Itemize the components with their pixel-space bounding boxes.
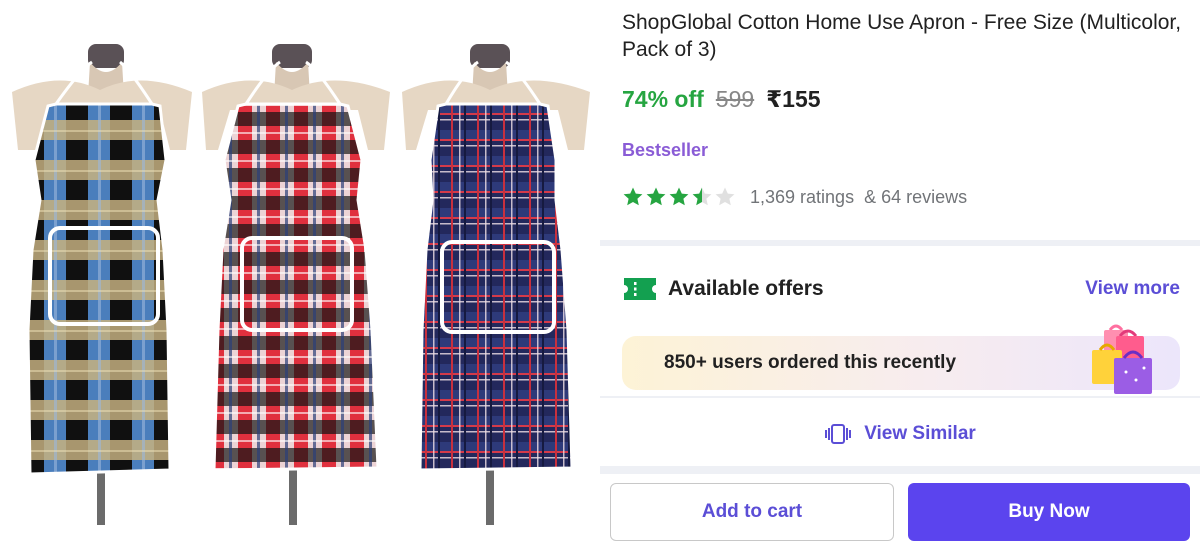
selling-price: ₹155 bbox=[766, 86, 821, 112]
product-title: ShopGlobal Cotton Home Use Apron - Free … bbox=[622, 11, 1182, 61]
view-more-offers-link[interactable]: View more bbox=[1085, 278, 1180, 300]
bestseller-badge: Bestseller bbox=[622, 140, 709, 160]
apron-product-image bbox=[12, 44, 590, 525]
apron-navy-tartan bbox=[402, 44, 590, 525]
apron-blue-check bbox=[12, 44, 192, 525]
product-image[interactable] bbox=[0, 0, 600, 553]
star-icon bbox=[646, 187, 666, 206]
original-price: 599 bbox=[715, 86, 755, 112]
section-divider bbox=[600, 240, 1200, 246]
star-icon bbox=[623, 187, 643, 206]
view-similar-label: View Similar bbox=[864, 423, 976, 444]
shopping-bags-icon bbox=[1092, 324, 1152, 394]
ratings-count: 1,369 ratings bbox=[750, 186, 855, 207]
section-divider-thin bbox=[600, 396, 1200, 398]
recent-orders-banner: 850+ users ordered this recently bbox=[622, 324, 1180, 394]
available-offers-title: Available offers bbox=[668, 277, 824, 300]
apron-red-check bbox=[202, 44, 390, 525]
rating-row[interactable]: 1,369 ratings & 64 reviews bbox=[622, 186, 967, 208]
view-similar-button[interactable]: View Similar bbox=[600, 412, 1200, 456]
add-to-cart-button[interactable]: Add to cart bbox=[610, 483, 894, 541]
view-similar-icon bbox=[825, 424, 852, 444]
product-details-panel: ShopGlobal Cotton Home Use Apron - Free … bbox=[600, 0, 1200, 553]
section-divider bbox=[600, 466, 1200, 474]
discount-percent: 74% off bbox=[622, 86, 704, 112]
buy-now-button[interactable]: Buy Now bbox=[908, 483, 1190, 541]
price-row: 74% off 599 ₹155 bbox=[622, 86, 821, 113]
star-icon bbox=[669, 187, 689, 206]
star-icon bbox=[692, 187, 712, 206]
star-icon bbox=[715, 187, 735, 206]
star-rating bbox=[622, 186, 736, 208]
reviews-count: & 64 reviews bbox=[864, 186, 968, 207]
recent-orders-text: 850+ users ordered this recently bbox=[664, 352, 957, 373]
available-offers-row[interactable]: Available offers View more bbox=[622, 272, 1180, 306]
offer-ticket-icon bbox=[624, 278, 656, 300]
